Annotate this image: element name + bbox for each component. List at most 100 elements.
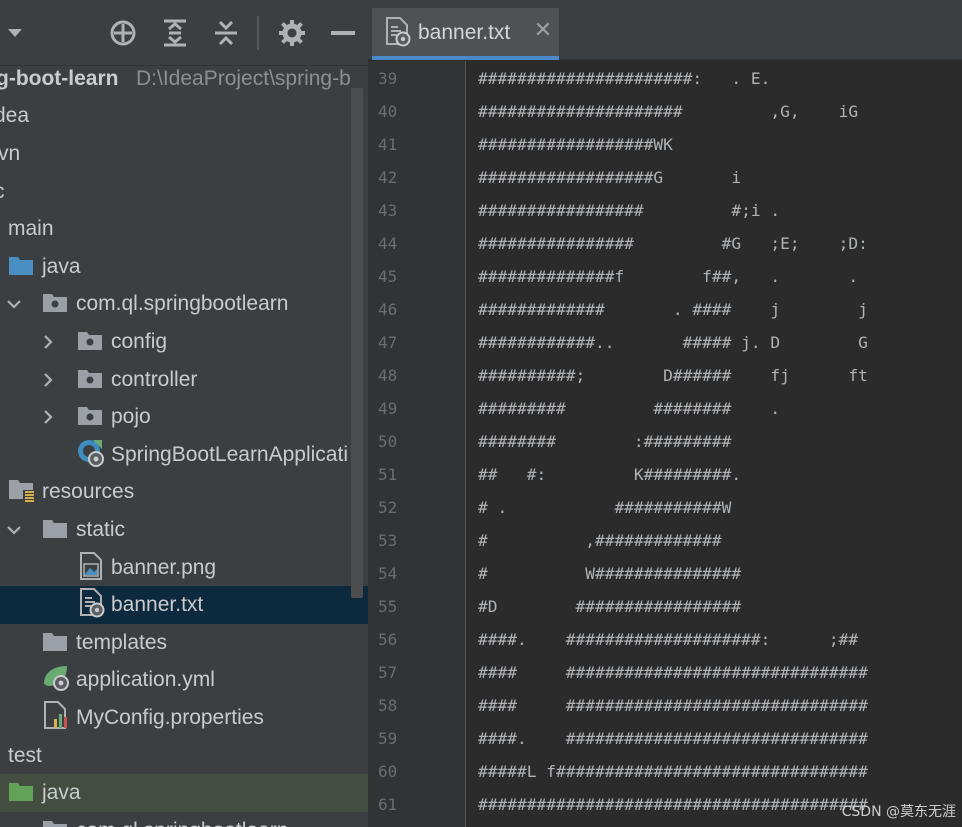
line-number: 44: [378, 234, 398, 253]
tree-item-application-yml[interactable]: application.yml: [0, 662, 368, 700]
text-file-icon: [386, 17, 412, 51]
text-file-icon: [80, 588, 106, 622]
folder-icon: [42, 517, 68, 543]
chevron-down-icon[interactable]: [6, 522, 22, 538]
line-number: 61: [378, 795, 398, 814]
tree-item-label: java: [42, 254, 81, 278]
watermark: CSDN @莫东无涯: [841, 804, 956, 820]
image-file-icon: [80, 551, 102, 584]
resources-folder-icon: [8, 477, 36, 507]
test-source-folder-icon: [8, 780, 34, 806]
project-root-name: g-boot-learn: [0, 66, 119, 90]
line-number-gutter: 39 40 41 42 43 44 45 46 47 48 49 50 51 52 53 54 55 56 57 58…: [368, 61, 466, 827]
tree-item-label: vn: [0, 141, 21, 165]
code-line: ##################G i: [478, 168, 742, 187]
project-root-path: D:\IdeaProject\spring-b: [136, 66, 351, 90]
tree-item-label: static: [76, 517, 126, 541]
tree-item-main[interactable]: main: [0, 210, 368, 248]
code-line: # W###############: [478, 564, 742, 583]
package-icon: [77, 329, 103, 355]
tree-item-test-package[interactable]: com.ql.springbootlearn: [0, 812, 368, 827]
tree-item-label: test: [8, 743, 42, 767]
tree-item-test-java[interactable]: java: [0, 774, 368, 812]
tree-item-static[interactable]: static: [0, 511, 368, 549]
code-line: ####. ###############################: [478, 729, 868, 748]
tree-item-label: main: [8, 217, 54, 241]
line-number: 51: [378, 465, 398, 484]
code-line: # ,#############: [478, 531, 722, 550]
code-line: ##################WK: [478, 135, 673, 154]
tree-item-banner-txt[interactable]: banner.txt: [0, 586, 368, 624]
chevron-down-icon[interactable]: [6, 823, 22, 827]
chevron-down-icon[interactable]: [6, 296, 22, 312]
tree-item-label: c: [0, 180, 5, 204]
toolbar-separator: [257, 16, 259, 50]
tree-item-label: pojo: [111, 405, 151, 429]
code-line: ############.. ##### j. D G: [478, 333, 868, 352]
tree-item-templates[interactable]: templates: [0, 624, 368, 662]
line-number: 54: [378, 564, 398, 583]
tree-item-resources[interactable]: resources: [0, 474, 368, 512]
tree-item-controller[interactable]: controller: [0, 361, 368, 399]
tree-item-mvn[interactable]: vn: [0, 135, 368, 173]
line-number: 47: [378, 333, 398, 352]
tree-item-package[interactable]: com.ql.springbootlearn: [0, 286, 368, 324]
spring-boot-class-icon: [76, 438, 106, 472]
line-number: 52: [378, 498, 398, 517]
chevron-right-icon[interactable]: [40, 334, 56, 350]
tree-item-java[interactable]: java: [0, 248, 368, 286]
editor-tab-bar: banner.txt ✕: [368, 0, 962, 60]
expand-all-icon[interactable]: [160, 17, 190, 49]
chevron-right-icon[interactable]: [40, 409, 56, 425]
tree-item-label: banner.png: [111, 555, 217, 579]
dropdown-arrow-icon[interactable]: [0, 17, 30, 49]
tree-root-row[interactable]: g-boot-learn D:\IdeaProject\spring-b: [0, 60, 368, 98]
line-number: 48: [378, 366, 398, 385]
tree-item-label: controller: [111, 367, 198, 391]
tree-item-label: application.yml: [76, 668, 215, 692]
line-number: 53: [378, 531, 398, 550]
code-line: ######## :#########: [478, 432, 732, 451]
tree-item-application-class[interactable]: SpringBootLearnApplicati: [0, 436, 368, 474]
code-line: ############# . #### j j: [478, 300, 868, 319]
line-number: 60: [378, 762, 398, 781]
gear-icon[interactable]: [277, 17, 307, 49]
tree-item-banner-png[interactable]: banner.png: [0, 549, 368, 587]
tree-item-myconfig[interactable]: MyConfig.properties: [0, 699, 368, 737]
code-line: # . ###########W: [478, 498, 732, 517]
tree-item-label: resources: [42, 480, 135, 504]
package-icon: [77, 367, 103, 393]
locate-icon[interactable]: [108, 17, 138, 49]
tree-item-src[interactable]: c: [0, 173, 368, 211]
tree-item-label: java: [42, 781, 81, 805]
project-tool-window: g-boot-learn D:\IdeaProject\spring-b dea…: [0, 0, 368, 827]
code-line: ########################################: [478, 795, 868, 814]
tab-banner-txt[interactable]: banner.txt ✕: [372, 8, 559, 60]
code-line: #D #################: [478, 597, 742, 616]
code-editor[interactable]: ######################: . E. ############…: [466, 61, 962, 827]
tree-item-label: SpringBootLearnApplicati: [111, 442, 348, 466]
close-icon[interactable]: ✕: [532, 20, 554, 42]
code-line: ##########; D###### fj ft: [478, 366, 868, 385]
tree-item-pojo[interactable]: pojo: [0, 398, 368, 436]
tab-title: banner.txt: [418, 21, 511, 44]
collapse-all-icon[interactable]: [211, 17, 241, 49]
code-line: #####L f################################: [478, 762, 868, 781]
tree-scrollbar[interactable]: [351, 88, 363, 598]
source-folder-icon: [8, 254, 34, 280]
line-number: 59: [378, 729, 398, 748]
chevron-right-icon[interactable]: [40, 372, 56, 388]
package-icon: [42, 291, 68, 317]
hide-icon[interactable]: [328, 17, 358, 49]
tree-item-test[interactable]: test: [0, 737, 368, 775]
tree-item-label: com.ql.springbootlearn: [76, 819, 288, 827]
tree-item-label: banner.txt: [111, 593, 204, 617]
line-number: 39: [378, 69, 398, 88]
code-line: #### ###############################: [478, 663, 868, 682]
tree-item-idea[interactable]: dea: [0, 98, 368, 136]
project-toolbar: [0, 0, 368, 66]
tree-item-config[interactable]: config: [0, 323, 368, 361]
code-line: ## #: K#########.: [478, 465, 742, 484]
tree-item-label: dea: [0, 104, 30, 128]
package-icon: [42, 818, 68, 827]
